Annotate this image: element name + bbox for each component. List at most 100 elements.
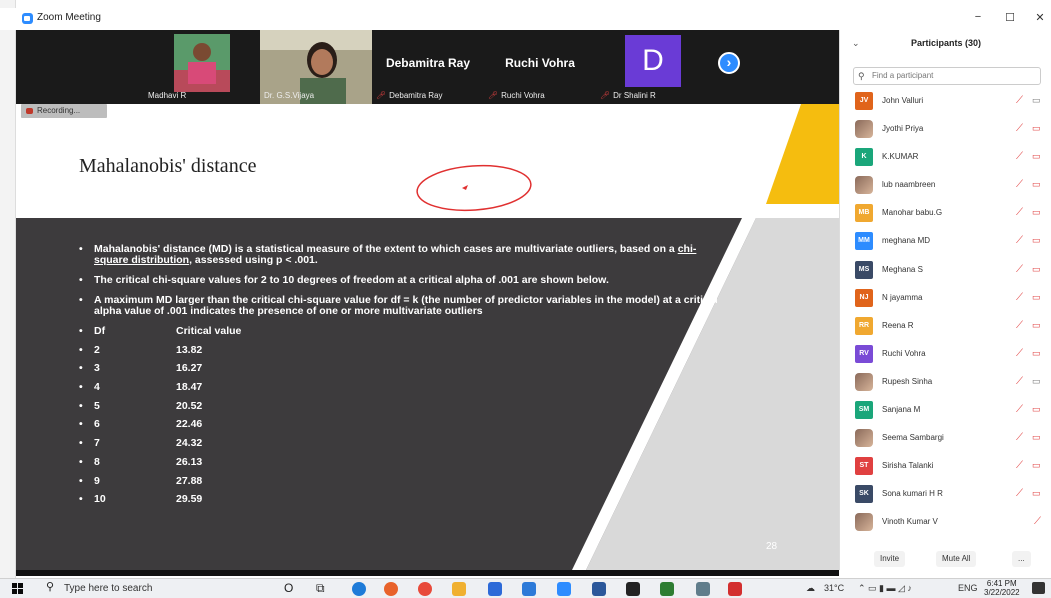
next-page-arrow-icon[interactable]: › (718, 52, 740, 74)
cortana-icon[interactable]: O (284, 581, 293, 595)
camera-off-icon[interactable]: ▭ (1032, 151, 1041, 162)
participant-row[interactable]: RV Ruchi Vohra ⟋ ▭ (840, 342, 1051, 370)
participant-row[interactable]: MB Manohar babu.G ⟋ ▭ (840, 201, 1051, 229)
camera-off-icon[interactable]: ▭ (1032, 488, 1041, 499)
mic-muted-icon[interactable]: ⟋ (1016, 95, 1023, 106)
invite-button[interactable]: Invite (874, 551, 906, 567)
tile-name: 🎤︎ Ruchi Vohra (488, 91, 545, 100)
slide-bottom-bar (16, 570, 839, 576)
mic-muted-icon[interactable]: ⟋ (1016, 123, 1023, 134)
camera-on-icon[interactable]: ▭ (1032, 95, 1041, 106)
store-icon[interactable] (522, 582, 536, 596)
mic-muted-icon[interactable]: ⟋ (1016, 207, 1023, 218)
weather-icon[interactable]: ☁ (806, 583, 815, 594)
close-button[interactable]: ✕ (1028, 11, 1051, 24)
temperature[interactable]: 31°C (824, 583, 844, 593)
participant-row[interactable]: JV John Valluri ⟋ ▭ (840, 89, 1051, 117)
camera-off-icon[interactable]: ▭ (1032, 292, 1041, 303)
firefox-icon[interactable] (384, 582, 398, 596)
participant-row[interactable]: Seema Sambargi ⟋ ▭ (840, 426, 1051, 454)
camera-off-icon[interactable]: ▭ (1032, 207, 1041, 218)
participant-row[interactable]: K K.KUMAR ⟋ ▭ (840, 145, 1051, 173)
participant-row[interactable]: RR Reena R ⟋ ▭ (840, 314, 1051, 342)
language-indicator[interactable]: ENG (958, 583, 978, 593)
mic-muted-icon[interactable]: ⟋ (1016, 292, 1023, 303)
windows-start-icon[interactable] (12, 583, 23, 594)
camera-off-icon[interactable]: ▭ (1032, 404, 1041, 415)
camera-off-icon[interactable]: ▭ (1032, 123, 1041, 134)
slide-title: Mahalanobis' distance (79, 155, 257, 177)
df-cell: 7 (94, 437, 100, 450)
mic-muted-icon[interactable]: ⟋ (1016, 179, 1023, 190)
mic-muted-icon[interactable]: ⟋ (1016, 460, 1023, 471)
participant-search-input[interactable]: ⚲ Find a participant (853, 67, 1041, 85)
tile-name: 🎤︎ Debamitra Ray (376, 91, 443, 100)
taskbar-clock[interactable]: 6:41 PM 3/22/2022 (984, 579, 1020, 597)
participant-row[interactable]: SM Sanjana M ⟋ ▭ (840, 398, 1051, 426)
participant-name: Jyothi Priya (882, 124, 924, 134)
network-app-icon[interactable] (660, 582, 674, 596)
mic-muted-icon[interactable]: ⟋ (1016, 488, 1023, 499)
pdf-reader-icon[interactable] (728, 582, 742, 596)
camera-off-icon[interactable]: ▭ (1032, 320, 1041, 331)
mic-muted-icon[interactable]: ⟋ (1016, 151, 1023, 162)
zoom-taskbar-icon[interactable] (557, 582, 571, 596)
camera-off-icon[interactable]: ▭ (1032, 264, 1041, 275)
file-explorer-icon[interactable] (452, 582, 466, 596)
avatar-photo (855, 120, 873, 139)
system-tray-icons[interactable]: ⌃ ▭ ▮ ▬ ◿ ♪ (858, 583, 912, 594)
participant-row[interactable]: MM meghana MD ⟋ ▭ (840, 229, 1051, 257)
taskbar-search-box[interactable]: Type here to search (64, 583, 152, 594)
camera-on-icon[interactable]: ▭ (1032, 376, 1041, 387)
more-options-button[interactable]: ... (1012, 551, 1031, 567)
camera-off-icon[interactable]: ▭ (1032, 460, 1041, 471)
camera-off-icon[interactable]: ▭ (1032, 432, 1041, 443)
maximize-button[interactable]: ☐ (998, 11, 1022, 24)
participant-row[interactable]: lub naambreen ⟋ ▭ (840, 173, 1051, 201)
mail-icon[interactable] (488, 582, 502, 596)
mic-muted-icon[interactable]: ⟋ (1016, 264, 1023, 275)
participant-row[interactable]: MS Meghana S ⟋ ▭ (840, 258, 1051, 286)
header-critical-value: Critical value (176, 325, 242, 337)
avatar: SM (855, 401, 873, 420)
mic-muted-icon[interactable]: ⟋ (1016, 320, 1023, 331)
search-icon[interactable]: ⚲ (46, 580, 54, 593)
camera-off-icon[interactable]: ▭ (1032, 348, 1041, 359)
edge-icon[interactable] (352, 582, 366, 596)
video-tile-madhavi[interactable]: Madhavi R (144, 30, 246, 104)
participant-row[interactable]: Vinoth Kumar V ⟋ (840, 510, 1051, 538)
tile-display-name: Debamitra Ray (385, 56, 471, 70)
mic-muted-icon[interactable]: ⟋ (1016, 376, 1023, 387)
mic-muted-icon[interactable]: ⟋ (1016, 348, 1023, 359)
notifications-icon[interactable] (1032, 582, 1045, 594)
participant-row[interactable]: ST Sirisha Talanki ⟋ ▭ (840, 454, 1051, 482)
participant-row[interactable]: Jyothi Priya ⟋ ▭ (840, 117, 1051, 145)
participant-row[interactable]: NJ N jayamma ⟋ ▭ (840, 286, 1051, 314)
mic-muted-icon[interactable]: ⟋ (1016, 235, 1023, 246)
video-tile-vijaya[interactable]: Dr. G.S.Vijaya (260, 30, 372, 104)
word-icon[interactable] (592, 582, 606, 596)
calculator-icon[interactable] (696, 582, 710, 596)
critical-value-cell: 13.82 (176, 343, 203, 356)
camera-off-icon[interactable]: ▭ (1032, 179, 1041, 190)
avatar: K (855, 148, 873, 167)
minimize-button[interactable]: − (966, 11, 990, 23)
mic-muted-icon[interactable]: ⟋ (1034, 516, 1041, 527)
app-icon[interactable] (626, 582, 640, 596)
participant-row[interactable]: Rupesh Sinha ⟋ ▭ (840, 370, 1051, 398)
critical-value-cell: 20.52 (176, 399, 203, 412)
video-tile-debamitra[interactable]: Debamitra Ray 🎤︎ Debamitra Ray (372, 30, 484, 104)
mute-all-button[interactable]: Mute All (936, 551, 977, 567)
chrome-icon[interactable] (418, 582, 432, 596)
avatar: MS (855, 260, 873, 279)
participant-row[interactable]: SK Sona kumari H R ⟋ ▭ (840, 482, 1051, 510)
mic-muted-icon[interactable]: ⟋ (1016, 432, 1023, 443)
camera-off-icon[interactable]: ▭ (1032, 235, 1041, 246)
participants-header: Participants (30) (910, 38, 982, 48)
task-view-icon[interactable]: ⧉ (316, 581, 325, 596)
mic-muted-icon[interactable]: ⟋ (1016, 404, 1023, 415)
participants-panel: ⌄ Participants (30) ⚲ Find a participant… (839, 30, 1051, 570)
panel-footer: Invite Mute All ... (840, 548, 1051, 570)
video-tile-ruchi[interactable]: Ruchi Vohra 🎤︎ Ruchi Vohra (484, 30, 596, 104)
bullet-max-md: A maximum MD larger than the critical ch… (78, 295, 718, 317)
